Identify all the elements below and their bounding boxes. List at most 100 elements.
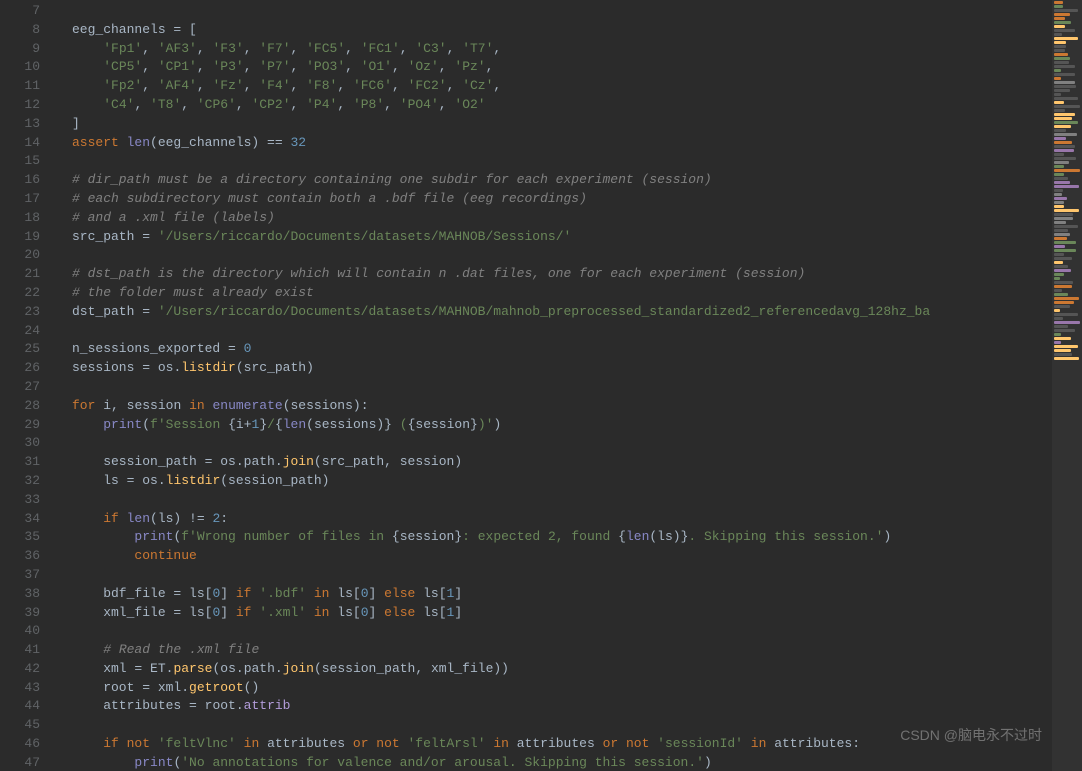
code-line[interactable]: 'CP5', 'CP1', 'P3', 'P7', 'PO3', 'O1', '… xyxy=(52,58,1052,77)
minimap-line xyxy=(1054,161,1069,164)
code-line[interactable]: session_path = os.path.join(src_path, se… xyxy=(52,453,1052,472)
token-op: = xyxy=(142,304,158,319)
code-line[interactable]: # dst_path is the directory which will c… xyxy=(52,265,1052,284)
code-line[interactable]: ] xyxy=(52,115,1052,134)
token-op: ls[ xyxy=(337,586,360,601)
code-line[interactable]: sessions = os.listdir(src_path) xyxy=(52,359,1052,378)
minimap-line xyxy=(1054,109,1065,112)
token-kw: in xyxy=(244,736,267,751)
code-line[interactable] xyxy=(52,322,1052,341)
token-op: , xyxy=(244,78,260,93)
token-op: , xyxy=(197,59,213,74)
minimap[interactable] xyxy=(1052,0,1082,771)
token-str: 'FC6' xyxy=(353,78,392,93)
code-line[interactable]: 'C4', 'T8', 'CP6', 'CP2', 'P4', 'P8', 'P… xyxy=(52,96,1052,115)
token-op: , xyxy=(392,78,408,93)
code-line[interactable]: xml_file = ls[0] if '.xml' in ls[0] else… xyxy=(52,604,1052,623)
token-str: 'FC2' xyxy=(408,78,447,93)
token-op: , xyxy=(486,59,494,74)
code-line[interactable] xyxy=(52,566,1052,585)
code-line[interactable] xyxy=(52,378,1052,397)
code-line[interactable]: if len(ls) != 2: xyxy=(52,510,1052,529)
code-line[interactable]: print(f'Session {i+1}/{len(sessions)} ({… xyxy=(52,416,1052,435)
token-num: 0 xyxy=(361,586,369,601)
token-ident: path xyxy=(244,454,275,469)
code-line[interactable]: attributes = root.attrib xyxy=(52,697,1052,716)
code-line[interactable]: # dir_path must be a directory containin… xyxy=(52,171,1052,190)
token-ident: dst_path xyxy=(72,304,142,319)
minimap-line xyxy=(1054,57,1070,60)
token-op: = xyxy=(142,360,158,375)
token-op: , xyxy=(134,97,150,112)
code-line[interactable] xyxy=(52,246,1052,265)
code-line[interactable]: assert len(eeg_channels) == 32 xyxy=(52,134,1052,153)
code-line[interactable] xyxy=(52,622,1052,641)
token-op: , xyxy=(111,398,127,413)
token-op: , xyxy=(291,41,307,56)
minimap-line xyxy=(1054,345,1078,348)
token-str: 'feltArsl' xyxy=(408,736,494,751)
code-line[interactable]: print('No annotations for valence and/or… xyxy=(52,754,1052,771)
code-line[interactable]: print(f'Wrong number of files in {sessio… xyxy=(52,528,1052,547)
token-str: 'Fp1' xyxy=(103,41,142,56)
code-line[interactable]: for i, session in enumerate(sessions): xyxy=(52,397,1052,416)
code-line[interactable]: n_sessions_exported = 0 xyxy=(52,340,1052,359)
code-line[interactable]: # each subdirectory must contain both a … xyxy=(52,190,1052,209)
line-number: 28 xyxy=(0,397,40,416)
token-op xyxy=(72,78,103,93)
token-op: ] xyxy=(454,605,462,620)
token-op: = xyxy=(142,680,158,695)
code-line[interactable] xyxy=(52,2,1052,21)
code-line[interactable]: xml = ET.parse(os.path.join(session_path… xyxy=(52,660,1052,679)
code-line[interactable]: dst_path = '/Users/riccardo/Documents/da… xyxy=(52,303,1052,322)
minimap-line xyxy=(1054,289,1062,292)
token-ident: root xyxy=(205,698,236,713)
code-line[interactable] xyxy=(52,491,1052,510)
minimap-line xyxy=(1054,233,1070,236)
code-line[interactable]: 'Fp1', 'AF3', 'F3', 'F7', 'FC5', 'FC1', … xyxy=(52,40,1052,59)
token-op xyxy=(72,736,103,751)
token-str: '.bdf' xyxy=(259,586,314,601)
code-line[interactable]: # the folder must already exist xyxy=(52,284,1052,303)
line-number: 26 xyxy=(0,359,40,378)
token-builtin: enumerate xyxy=(212,398,282,413)
code-line[interactable]: 'Fp2', 'AF4', 'Fz', 'F4', 'F8', 'FC6', '… xyxy=(52,77,1052,96)
token-op: , xyxy=(291,59,307,74)
token-str: 'T7' xyxy=(462,41,493,56)
line-number: 31 xyxy=(0,453,40,472)
token-op: = xyxy=(189,698,205,713)
code-line[interactable]: # and a .xml file (labels) xyxy=(52,209,1052,228)
minimap-line xyxy=(1054,209,1079,212)
token-cmt: # the folder must already exist xyxy=(72,285,314,300)
token-kw: in xyxy=(189,398,212,413)
token-op: , xyxy=(400,41,416,56)
token-str: 'O2' xyxy=(454,97,485,112)
minimap-line xyxy=(1054,101,1064,104)
token-str: 'sessionId' xyxy=(657,736,751,751)
code-area[interactable]: eeg_channels = [ 'Fp1', 'AF3', 'F3', 'F7… xyxy=(52,0,1052,771)
code-line[interactable]: root = xml.getroot() xyxy=(52,679,1052,698)
minimap-line xyxy=(1054,25,1065,28)
code-line[interactable]: ls = os.listdir(session_path) xyxy=(52,472,1052,491)
minimap-line xyxy=(1054,241,1076,244)
code-editor[interactable]: 7891011121314151617181920212223242526272… xyxy=(0,0,1052,771)
token-str: : expected 2, found xyxy=(462,529,618,544)
minimap-line xyxy=(1054,253,1064,256)
token-str: 'Fp2' xyxy=(103,78,142,93)
code-line[interactable] xyxy=(52,434,1052,453)
minimap-line xyxy=(1054,325,1068,328)
code-line[interactable]: eeg_channels = [ xyxy=(52,21,1052,40)
code-line[interactable]: # Read the .xml file xyxy=(52,641,1052,660)
code-line[interactable]: src_path = '/Users/riccardo/Documents/da… xyxy=(52,228,1052,247)
token-op: + xyxy=(244,417,252,432)
token-op: ) xyxy=(883,529,891,544)
code-line[interactable]: continue xyxy=(52,547,1052,566)
code-line[interactable]: bdf_file = ls[0] if '.bdf' in ls[0] else… xyxy=(52,585,1052,604)
token-op: , xyxy=(244,59,260,74)
code-line[interactable] xyxy=(52,152,1052,171)
token-op: ] xyxy=(454,586,462,601)
token-str: . Skipping this session.' xyxy=(688,529,883,544)
token-op: = xyxy=(228,341,244,356)
token-op: . xyxy=(181,680,189,695)
minimap-line xyxy=(1054,105,1080,108)
